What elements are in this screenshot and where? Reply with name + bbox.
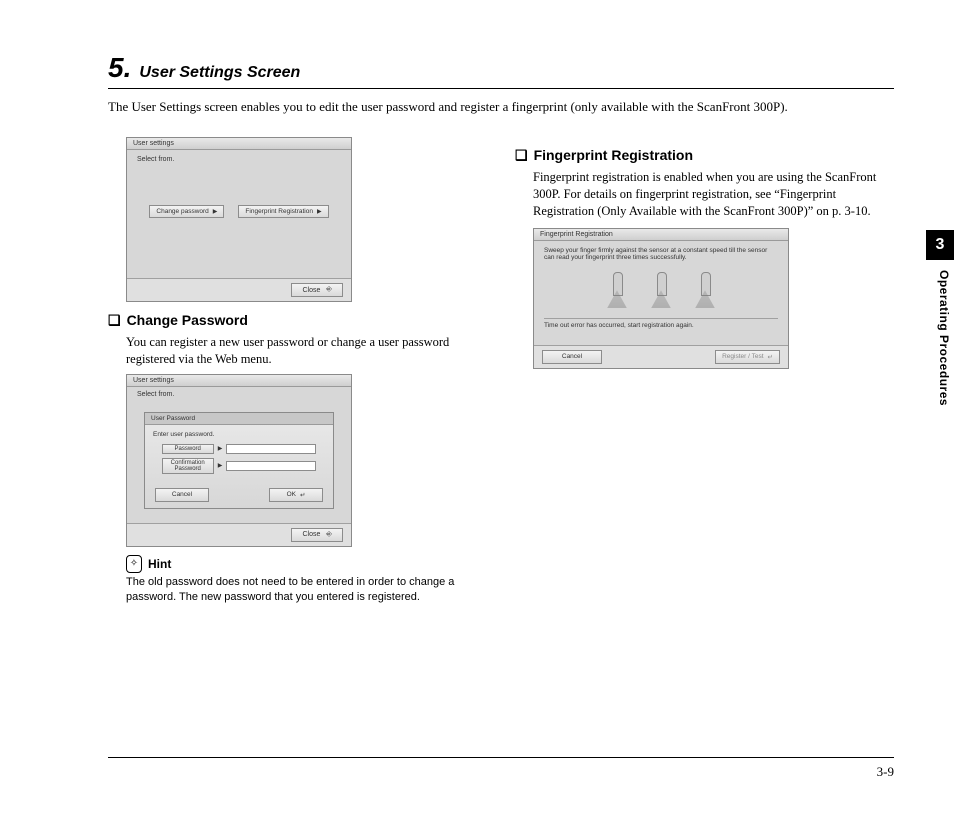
- change-password-body: You can register a new user password or …: [126, 334, 487, 368]
- intro-paragraph: The User Settings screen enables you to …: [108, 99, 894, 115]
- hint-label: Hint: [148, 557, 171, 571]
- chapter-number: 5.: [108, 52, 131, 83]
- fingerprint-body: Fingerprint registration is enabled when…: [533, 169, 894, 220]
- password-input[interactable]: [226, 444, 316, 454]
- register-test-button: Register / Test ↵: [715, 350, 780, 364]
- finger-swipe-icon: [694, 272, 716, 310]
- chapter-tab: 3: [926, 230, 954, 260]
- panel-title: User Password: [145, 413, 333, 425]
- hint-text: The old password does not need to be ent…: [126, 575, 487, 605]
- footer-rule: [108, 757, 894, 758]
- button-label: Close: [302, 531, 320, 538]
- chevron-right-icon: ▶: [213, 209, 218, 215]
- user-password-panel: User Password Enter user password. Passw…: [144, 412, 334, 509]
- bullet-icon: ❏: [108, 314, 121, 329]
- close-button[interactable]: Close ⎆: [291, 528, 343, 542]
- chevron-right-icon: ▶: [317, 209, 322, 215]
- screenshot-change-password: User settings Select from. User Password…: [126, 374, 352, 547]
- fingerprint-heading: ❏ Fingerprint Registration: [515, 147, 894, 165]
- bullet-icon: ❏: [515, 149, 528, 164]
- chapter-title: User Settings Screen: [139, 64, 300, 81]
- ok-button[interactable]: OK ↵: [269, 488, 323, 502]
- return-icon: ↵: [300, 491, 305, 499]
- panel-prompt: Enter user password.: [153, 431, 325, 438]
- button-label: OK: [287, 491, 296, 498]
- heading-text: Fingerprint Registration: [534, 147, 693, 163]
- button-label: Fingerprint Registration: [245, 208, 313, 215]
- close-button[interactable]: Close ⎆: [291, 283, 343, 297]
- error-text: Time out error has occurred, start regis…: [544, 318, 778, 329]
- window-title: User settings: [127, 138, 351, 150]
- select-from-label: Select from.: [137, 156, 341, 163]
- page-number: 3-9: [877, 764, 894, 780]
- finger-swipe-icon: [650, 272, 672, 310]
- exit-icon: ⎆: [326, 531, 332, 539]
- fingerprint-registration-button[interactable]: Fingerprint Registration ▶: [238, 205, 328, 218]
- instruction-text: Sweep your finger firmly against the sen…: [544, 247, 778, 263]
- return-icon: ↵: [768, 353, 773, 361]
- change-password-button[interactable]: Change password ▶: [149, 205, 224, 218]
- heading-text: Change Password: [127, 312, 248, 328]
- confirm-password-label: Confirmation Password: [162, 458, 214, 474]
- password-label: Password: [162, 444, 214, 454]
- exit-icon: ⎆: [326, 286, 332, 294]
- cancel-button[interactable]: Cancel: [155, 488, 209, 502]
- chevron-right-icon: ▶: [218, 446, 223, 452]
- button-label: Register / Test: [722, 353, 763, 360]
- select-from-label: Select from.: [137, 391, 341, 398]
- finger-swipe-icon: [606, 272, 628, 310]
- change-password-heading: ❏ Change Password: [108, 312, 487, 330]
- button-label: Close: [302, 287, 320, 294]
- chapter-heading: 5. User Settings Screen: [108, 52, 894, 89]
- window-title: User settings: [127, 375, 351, 387]
- chevron-right-icon: ▶: [218, 463, 223, 469]
- hint-icon: ✧: [126, 555, 142, 573]
- chapter-side-label: Operating Procedures: [937, 270, 951, 406]
- confirm-password-input[interactable]: [226, 461, 316, 471]
- button-label: Change password: [156, 208, 208, 215]
- screenshot-fingerprint-registration: Fingerprint Registration Sweep your fing…: [533, 228, 789, 369]
- button-label: Cancel: [562, 353, 582, 360]
- button-label: Cancel: [172, 491, 192, 498]
- window-title: Fingerprint Registration: [534, 229, 788, 241]
- cancel-button[interactable]: Cancel: [542, 350, 602, 364]
- screenshot-user-settings: User settings Select from. Change passwo…: [126, 137, 352, 302]
